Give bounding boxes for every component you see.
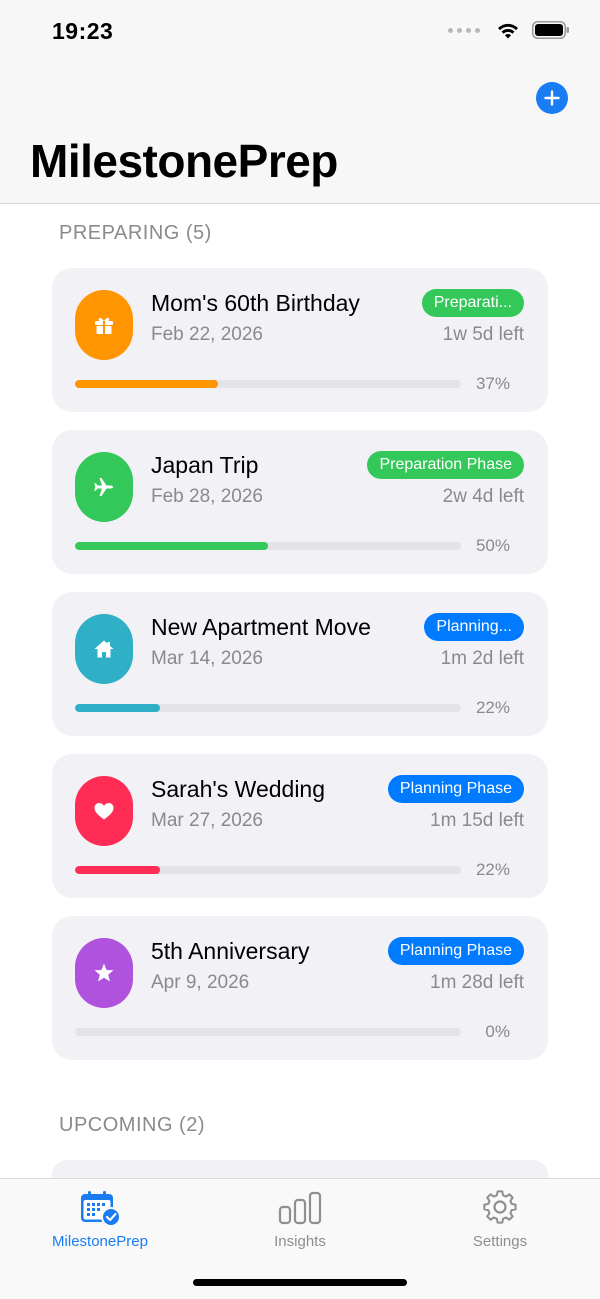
time-left: 1m 15d left <box>430 810 524 831</box>
wifi-icon <box>498 23 518 39</box>
add-milestone-button[interactable] <box>536 82 568 114</box>
tab-milestoneprep[interactable]: MilestonePrep <box>0 1179 200 1259</box>
phase-badge: Preparati... <box>421 289 524 317</box>
progress-bar <box>75 704 461 712</box>
progress-bar <box>75 1028 461 1036</box>
milestone-date: Feb 28, 2026 <box>151 486 263 507</box>
milestone-date: Mar 27, 2026 <box>151 810 263 831</box>
section-header-upcoming: UPCOMING (2) <box>59 1114 205 1136</box>
tab-label: MilestonePrep <box>52 1233 148 1250</box>
status-time: 19:23 <box>52 18 114 44</box>
airplane-icon <box>94 478 113 496</box>
time-left: 1w 5d left <box>442 324 524 345</box>
time-left: 1m 2d left <box>440 648 524 669</box>
milestone-card[interactable]: New Apartment Move Mar 14, 2026 Planning… <box>52 592 548 736</box>
progress-bar <box>75 380 461 388</box>
milestone-card[interactable]: Japan Trip Feb 28, 2026 Preparation Phas… <box>52 430 548 574</box>
milestone-date: Apr 9, 2026 <box>151 972 250 993</box>
milestone-title: Mom's 60th Birthday <box>151 290 360 316</box>
time-left: 1m 28d left <box>430 972 524 993</box>
status-bar: 19:23 <box>0 0 600 64</box>
plus-icon <box>544 90 560 106</box>
house-icon <box>94 640 114 658</box>
time-left: 2w 4d left <box>442 486 524 507</box>
milestone-date: Mar 14, 2026 <box>151 648 263 669</box>
card-icon-badge <box>75 938 133 1008</box>
section-header-preparing: PREPARING (5) <box>59 222 212 244</box>
calendar-check-icon <box>81 1191 121 1227</box>
star-icon <box>94 963 114 982</box>
milestone-card[interactable]: 5th Anniversary Apr 9, 2026 Planning Pha… <box>52 916 548 1060</box>
card-icon-badge <box>75 290 133 360</box>
page-title: MilestonePrep <box>30 135 338 187</box>
phase-badge: Preparation Phase <box>367 451 524 479</box>
milestone-card[interactable]: Sarah's Wedding Mar 27, 2026 Planning Ph… <box>52 754 548 898</box>
progress-percent: 22% <box>475 860 510 879</box>
progress-fill <box>75 704 160 712</box>
milestone-title: New Apartment Move <box>151 614 371 640</box>
progress-fill <box>75 380 218 388</box>
milestone-date: Feb 22, 2026 <box>151 324 263 345</box>
cellular-signal-icon <box>448 27 480 33</box>
milestone-title: Sarah's Wedding <box>151 776 326 802</box>
tab-insights[interactable]: Insights <box>200 1179 400 1259</box>
gift-icon <box>95 317 113 334</box>
progress-fill <box>75 866 160 874</box>
status-indicators <box>448 20 570 40</box>
heart-icon <box>94 803 114 820</box>
tab-label: Settings <box>472 1233 528 1250</box>
progress-percent: 37% <box>475 374 510 393</box>
tab-label: Insights <box>274 1233 326 1250</box>
tab-settings[interactable]: Settings <box>400 1179 600 1259</box>
progress-percent: 22% <box>475 698 510 717</box>
gear-icon <box>483 1190 517 1224</box>
milestone-title: 5th Anniversary <box>151 938 310 964</box>
card-icon-badge <box>75 452 133 522</box>
progress-fill <box>75 542 268 550</box>
phase-badge: Planning Phase <box>387 775 524 803</box>
milestone-card[interactable]: Mom's 60th Birthday Feb 22, 2026 Prepara… <box>52 268 548 412</box>
phase-badge: Planning Phase <box>387 937 524 965</box>
navigation-header: MilestonePrep <box>0 64 600 204</box>
home-indicator <box>193 1279 407 1286</box>
progress-percent: 0% <box>485 1022 510 1041</box>
card-icon-badge <box>75 614 133 684</box>
milestone-title: Japan Trip <box>151 452 259 478</box>
bar-chart-icon <box>278 1191 322 1225</box>
phase-badge: Planning... <box>424 613 524 641</box>
progress-percent: 50% <box>475 536 510 555</box>
progress-bar <box>75 866 461 874</box>
card-icon-badge <box>75 776 133 846</box>
progress-bar <box>75 542 461 550</box>
battery-icon <box>532 21 569 39</box>
